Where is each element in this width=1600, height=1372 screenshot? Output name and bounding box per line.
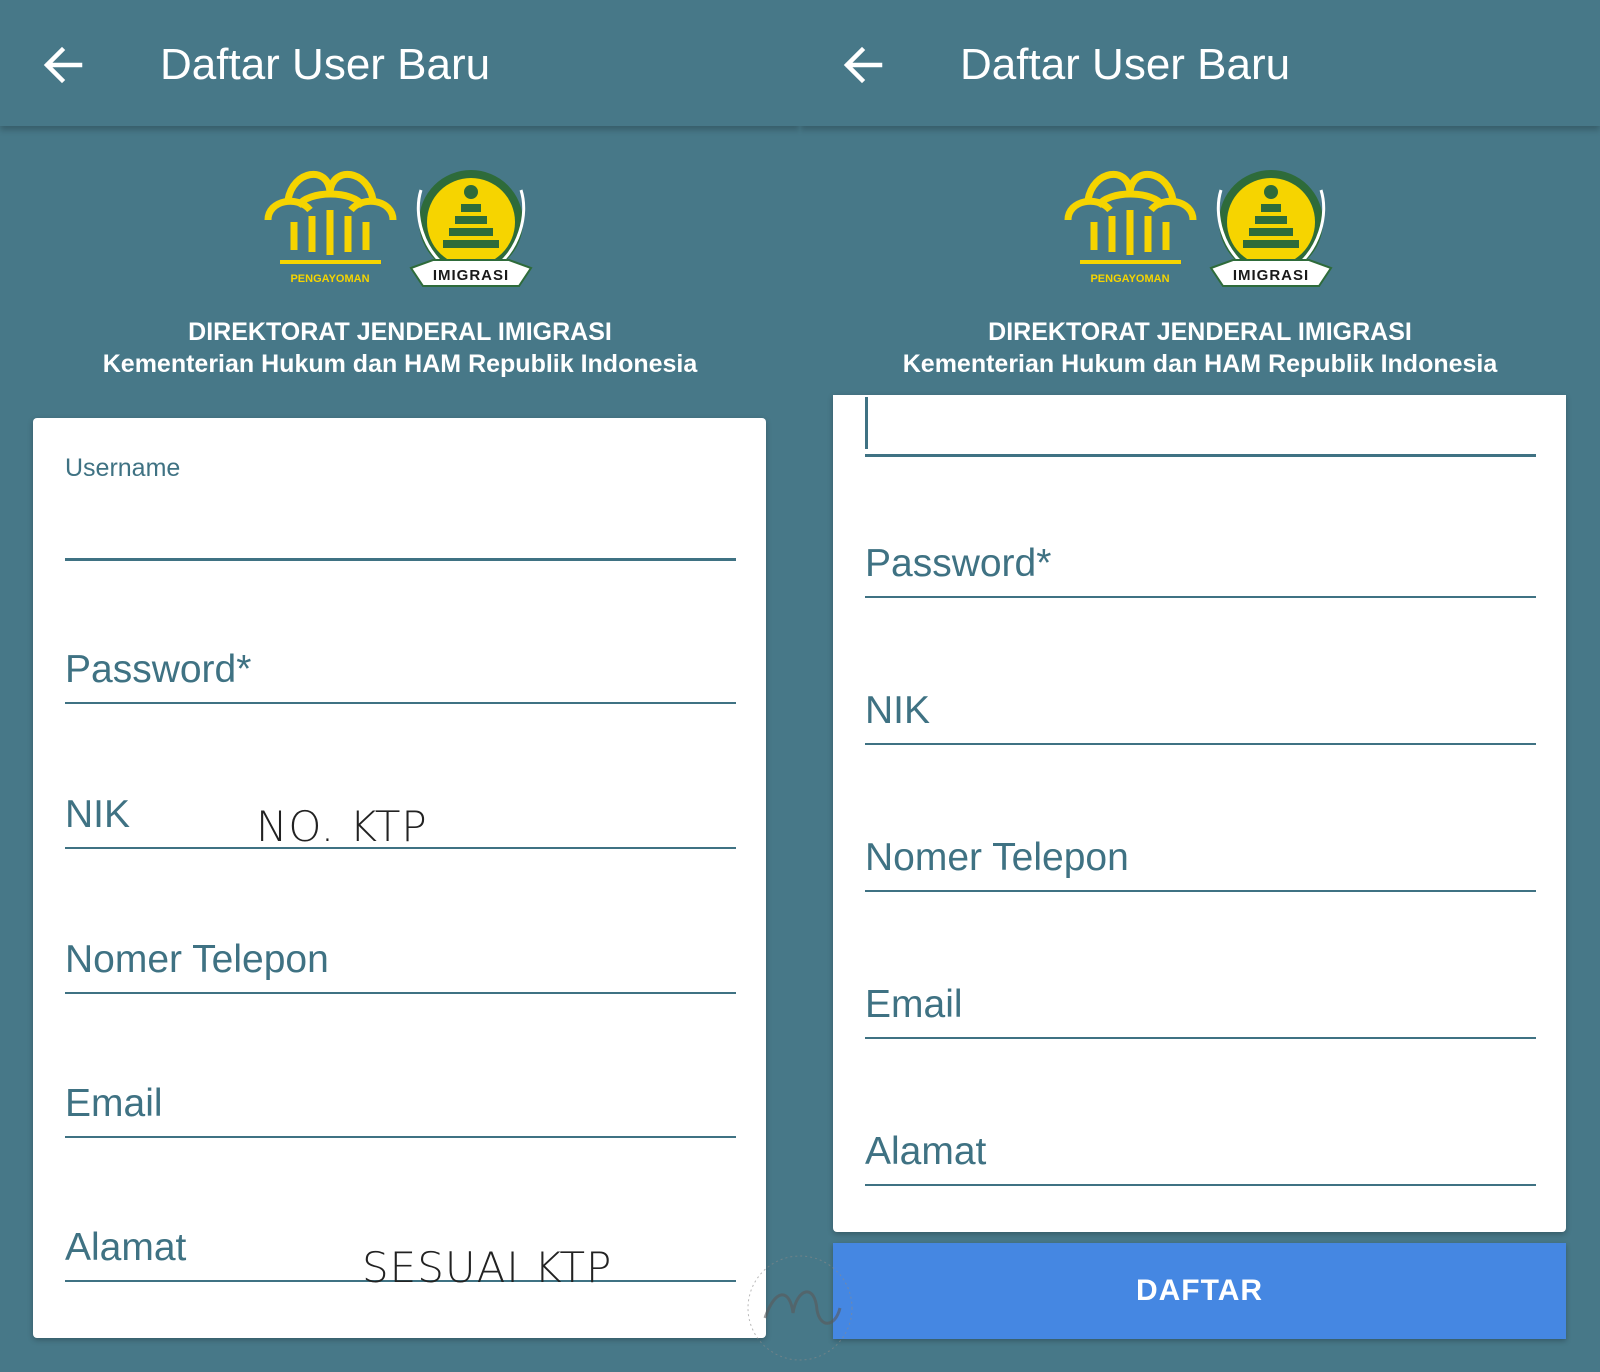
arrow-back-icon [43, 46, 83, 84]
nik-label: NIK [865, 689, 931, 732]
back-button[interactable] [36, 38, 90, 92]
submit-button[interactable]: DAFTAR [833, 1243, 1566, 1339]
pengayoman-logo: PENGAYOMAN [264, 171, 397, 285]
phone-label: Nomer Telepon [865, 836, 1129, 879]
password-label: Password* [865, 542, 1052, 585]
username-label: Username [65, 454, 181, 482]
page-title: Daftar User Baru [960, 40, 1291, 89]
arrow-back-icon [843, 46, 883, 84]
username-field[interactable] [865, 395, 1536, 457]
password-field[interactable]: Password* [65, 628, 736, 704]
nik-annotation: NO. KTP [256, 802, 428, 851]
pengayoman-logo-text: PENGAYOMAN [1090, 273, 1169, 285]
org-title: DIREKTORAT JENDERAL IMIGRASI [188, 318, 612, 346]
address-annotation: SESUAI KTP [362, 1243, 613, 1292]
phone-field[interactable]: Nomer Telepon [65, 917, 736, 994]
email-field[interactable]: Email [65, 1061, 736, 1138]
app-bar: Daftar User Baru [800, 0, 1600, 126]
text-cursor [865, 397, 868, 449]
imigrasi-emblem-text: IMIGRASI [433, 267, 509, 284]
back-button[interactable] [836, 38, 890, 92]
imigrasi-emblem: IMIGRASI [409, 170, 533, 287]
password-label: Password* [65, 648, 252, 691]
org-title: DIREKTORAT JENDERAL IMIGRASI [988, 318, 1412, 346]
address-label: Alamat [65, 1226, 187, 1269]
watermark-logo [747, 1255, 853, 1361]
page-title: Daftar User Baru [160, 40, 491, 89]
pengayoman-logo-text: PENGAYOMAN [290, 273, 369, 285]
password-field[interactable]: Password* [865, 521, 1536, 598]
registration-form-card: Password* NIK Nomer Telepon Email Alamat [833, 395, 1566, 1232]
email-label: Email [865, 983, 963, 1026]
nik-label: NIK [65, 793, 131, 836]
phone-label: Nomer Telepon [65, 938, 329, 981]
app-bar: Daftar User Baru [0, 0, 800, 126]
logo-group: PENGAYOMAN IMIGRASI [258, 160, 548, 296]
email-field[interactable]: Email [865, 962, 1536, 1039]
email-label: Email [65, 1082, 163, 1125]
screen-left: Daftar User Baru PENGAYOMAN IMIGRASI DIR… [0, 0, 800, 1372]
imigrasi-emblem-text: IMIGRASI [1233, 267, 1309, 284]
screen-right: Daftar User Baru PENGAYOMAN IMIGRASI DIR… [800, 0, 1600, 1372]
address-label: Alamat [865, 1130, 987, 1173]
pengayoman-logo: PENGAYOMAN [1064, 171, 1197, 285]
org-subtitle: Kementerian Hukum dan HAM Republik Indon… [902, 350, 1498, 378]
phone-field[interactable]: Nomer Telepon [865, 815, 1536, 892]
registration-form-card: Username Password* NIK Nomer Telepon Ema… [33, 418, 766, 1338]
logo-group: PENGAYOMAN IMIGRASI [1058, 160, 1348, 296]
address-field[interactable]: Alamat [865, 1109, 1536, 1186]
username-field[interactable]: Username [65, 454, 736, 561]
nik-field[interactable]: NIK [865, 668, 1536, 745]
imigrasi-emblem: IMIGRASI [1209, 170, 1333, 287]
org-subtitle: Kementerian Hukum dan HAM Republik Indon… [102, 350, 698, 378]
